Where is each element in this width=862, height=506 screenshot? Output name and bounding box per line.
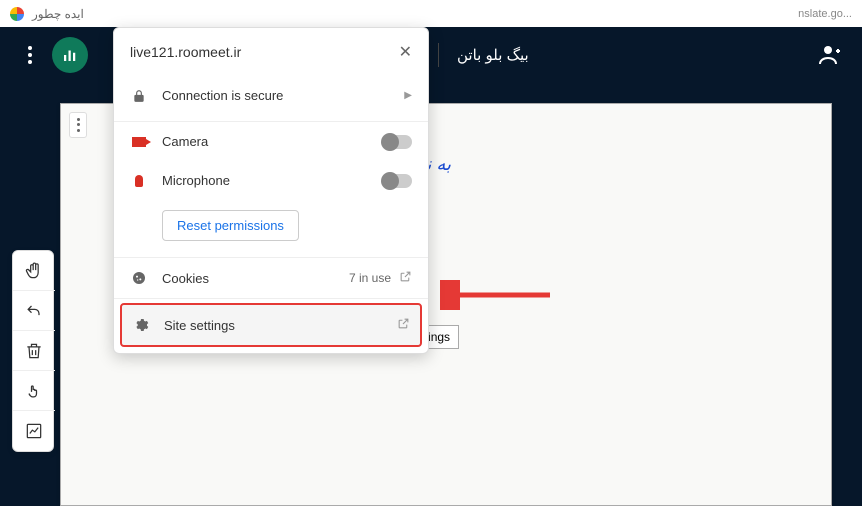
pointer-icon: [24, 381, 44, 401]
site-settings-label: Site settings: [164, 318, 235, 333]
chrome-logo-icon: [10, 7, 24, 21]
connection-row[interactable]: Connection is secure ▶: [114, 76, 428, 122]
external-link-icon: [399, 270, 412, 286]
site-settings-row[interactable]: Site settings: [120, 303, 422, 347]
microphone-label: Microphone: [162, 173, 230, 188]
gear-icon: [132, 317, 150, 333]
camera-icon: [130, 137, 148, 147]
delete-tool[interactable]: [13, 331, 55, 371]
external-link-icon: [397, 317, 410, 333]
chevron-right-icon: ▶: [404, 90, 412, 101]
close-button[interactable]: ✕: [399, 42, 412, 62]
user-icon[interactable]: [818, 43, 842, 67]
chart-tool[interactable]: [13, 411, 55, 451]
whiteboard-menu-button[interactable]: [69, 112, 87, 138]
microphone-icon: [130, 175, 148, 187]
camera-toggle[interactable]: [382, 135, 412, 149]
microphone-row: Microphone: [114, 161, 428, 200]
trash-icon: [24, 341, 44, 361]
chart-icon: [24, 421, 44, 441]
reset-row: Reset permissions: [114, 200, 428, 258]
bars-icon: [61, 46, 79, 64]
cookies-row[interactable]: Cookies 7 in use: [114, 258, 428, 299]
undo-tool[interactable]: [13, 291, 55, 331]
camera-row: Camera: [114, 122, 428, 161]
poll-button[interactable]: [52, 37, 88, 73]
reset-permissions-button[interactable]: Reset permissions: [162, 210, 299, 241]
connection-label: Connection is secure: [162, 88, 283, 103]
popup-domain: live121.roomeet.ir: [130, 44, 241, 60]
page-title: بیگ بلو باتن: [457, 46, 529, 64]
undo-icon: [24, 301, 44, 321]
divider: [438, 43, 439, 67]
site-info-popup: live121.roomeet.ir ✕ Connection is secur…: [113, 27, 429, 354]
pointer-tool[interactable]: [13, 371, 55, 411]
options-menu-button[interactable]: [20, 45, 40, 65]
microphone-toggle[interactable]: [382, 174, 412, 188]
camera-label: Camera: [162, 134, 208, 149]
popup-header: live121.roomeet.ir ✕: [114, 28, 428, 76]
browser-tab-bar: ایده چطور nslate.go...: [0, 0, 862, 27]
hand-tool[interactable]: [13, 251, 55, 291]
cookies-count: 7 in use: [349, 271, 391, 285]
cookies-label: Cookies: [162, 271, 209, 286]
tab-title: ایده چطور: [32, 7, 84, 21]
cookie-icon: [130, 270, 148, 286]
annotation-arrow: [440, 280, 560, 310]
lock-icon: [130, 89, 148, 103]
hand-icon: [24, 261, 44, 281]
url-fragment: nslate.go...: [798, 8, 852, 20]
drawing-toolbox: [12, 250, 54, 452]
